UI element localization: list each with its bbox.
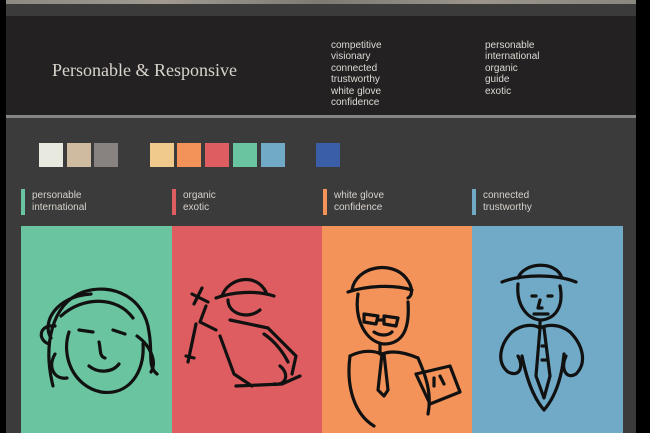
swatch-neutral-3 bbox=[94, 143, 118, 167]
keyword-list-2: personable international organic guide e… bbox=[485, 40, 539, 97]
keyword: trustworthy bbox=[331, 74, 380, 86]
pair-line: confidence bbox=[334, 201, 383, 213]
pair-line: trustworthy bbox=[483, 201, 532, 213]
keyword: competitive bbox=[331, 40, 382, 51]
keyword: guide bbox=[485, 74, 510, 86]
keyword: visionary bbox=[331, 51, 371, 63]
keyword: organic bbox=[485, 62, 518, 74]
pair-label: organic exotic bbox=[183, 190, 216, 213]
moodboard: Personable & Responsive competitive visi… bbox=[6, 4, 636, 433]
pair-color-bar bbox=[172, 189, 176, 215]
keyword: personable bbox=[485, 40, 535, 51]
pair-line: white glove bbox=[334, 190, 385, 201]
pair-line: connected bbox=[483, 190, 530, 201]
keyword: white glove bbox=[331, 85, 382, 97]
swatch-accent-5 bbox=[261, 143, 285, 167]
swatch-feature bbox=[316, 143, 340, 167]
pair-line: organic bbox=[183, 190, 216, 201]
persona-panel-3 bbox=[322, 226, 473, 433]
pair-color-bar bbox=[472, 189, 476, 215]
pair-label: personable international bbox=[32, 190, 86, 213]
swatch-neutral-1 bbox=[39, 143, 63, 167]
persona-panel-2 bbox=[172, 226, 323, 433]
pair-line: international bbox=[32, 201, 87, 213]
pair-color-bar bbox=[21, 189, 25, 215]
explorer-sketch-icon bbox=[184, 277, 302, 388]
persona-panel-4 bbox=[472, 226, 623, 433]
pair-label: connected trustworthy bbox=[483, 190, 532, 213]
keyword: international bbox=[485, 51, 540, 63]
pair-line: personable bbox=[32, 190, 82, 201]
pair-label: white glove confidence bbox=[334, 190, 384, 213]
swatch-accent-3 bbox=[205, 143, 229, 167]
persona-panel-1 bbox=[21, 226, 172, 433]
worker-sketch-icon bbox=[346, 265, 462, 428]
swatch-neutral-2 bbox=[67, 143, 91, 167]
pair-line: exotic bbox=[183, 201, 210, 213]
header-band: Personable & Responsive competitive visi… bbox=[6, 16, 636, 117]
keyword: confidence bbox=[331, 97, 380, 109]
woman-face-sketch-icon bbox=[39, 287, 159, 394]
keyword: exotic bbox=[485, 85, 512, 97]
swatch-accent-4 bbox=[233, 143, 257, 167]
keyword: connected bbox=[331, 62, 378, 74]
divider bbox=[6, 115, 636, 118]
pair-color-bar bbox=[323, 189, 327, 215]
swatch-accent-2 bbox=[177, 143, 201, 167]
gentleman-sketch-icon bbox=[499, 263, 585, 412]
page-title: Personable & Responsive bbox=[52, 60, 237, 80]
keyword-list-1: competitive visionary connected trustwor… bbox=[331, 40, 382, 108]
swatch-accent-1 bbox=[150, 143, 174, 167]
